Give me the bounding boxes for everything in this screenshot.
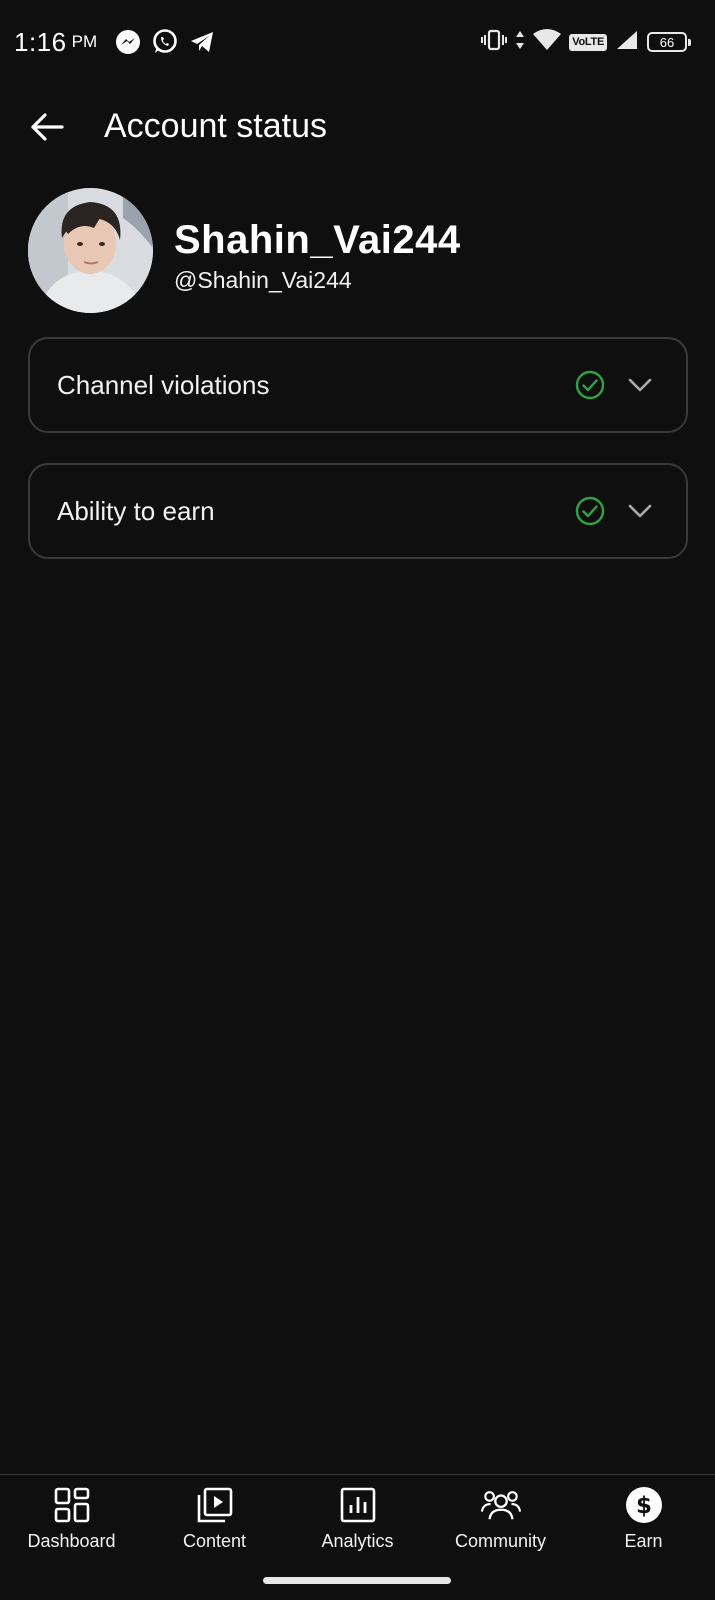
messenger-icon bbox=[114, 28, 142, 56]
status-bar: 1:16 PM VoLTE 66 bbox=[0, 0, 715, 84]
nav-item-dashboard[interactable]: Dashboard bbox=[0, 1485, 143, 1565]
page-title: Account status bbox=[104, 107, 328, 145]
nav-item-earn[interactable]: $ Earn bbox=[572, 1485, 715, 1565]
status-left: 1:16 PM bbox=[14, 24, 216, 60]
chevron-down-icon[interactable] bbox=[624, 369, 656, 401]
nav-label: Analytics bbox=[321, 1531, 394, 1551]
chevron-down-icon[interactable] bbox=[624, 495, 656, 527]
check-circle-icon bbox=[575, 370, 605, 400]
nav-label: Earn bbox=[624, 1531, 663, 1551]
battery-level: 66 bbox=[659, 34, 675, 50]
status-ampm: PM bbox=[71, 32, 98, 51]
status-time: 1:16 bbox=[14, 26, 67, 57]
whatsapp-icon bbox=[151, 28, 179, 56]
ability-to-earn-card[interactable]: Ability to earn bbox=[28, 463, 688, 559]
check-circle-icon bbox=[575, 496, 605, 526]
nav-label: Content bbox=[182, 1531, 247, 1551]
nav-label: Dashboard bbox=[27, 1531, 116, 1551]
nav-item-analytics[interactable]: Analytics bbox=[286, 1485, 429, 1565]
nav-item-community[interactable]: Community bbox=[429, 1485, 572, 1565]
svg-text:$: $ bbox=[635, 1493, 651, 1519]
channel-violations-card[interactable]: Channel violations bbox=[28, 337, 688, 433]
status-right: VoLTE 66 bbox=[481, 24, 691, 60]
card-label: Channel violations bbox=[57, 369, 270, 400]
community-icon bbox=[480, 1485, 521, 1525]
arrow-left-icon bbox=[31, 113, 64, 141]
data-arrows-icon bbox=[515, 29, 525, 56]
nav-item-content[interactable]: Content bbox=[143, 1485, 286, 1565]
home-indicator[interactable] bbox=[263, 1577, 451, 1584]
card-label: Ability to earn bbox=[57, 495, 215, 526]
volte-badge: VoLTE bbox=[569, 33, 607, 51]
channel-handle: @Shahin_Vai244 bbox=[174, 267, 352, 293]
telegram-icon bbox=[188, 28, 216, 56]
back-button[interactable] bbox=[24, 104, 70, 150]
channel-name: Shahin_Vai244 bbox=[174, 218, 461, 262]
dashboard-icon bbox=[52, 1485, 92, 1525]
nav-label: Community bbox=[454, 1531, 547, 1551]
avatar bbox=[28, 188, 153, 313]
channel-profile: Shahin_Vai244 @Shahin_Vai244 bbox=[28, 188, 688, 314]
analytics-icon bbox=[338, 1485, 378, 1525]
wifi-icon bbox=[533, 28, 562, 56]
header: Account status bbox=[0, 90, 715, 162]
content-icon bbox=[195, 1485, 235, 1525]
signal-icon bbox=[615, 29, 639, 56]
battery-icon: 66 bbox=[647, 32, 691, 52]
vibrate-icon bbox=[481, 29, 508, 56]
earn-icon: $ bbox=[624, 1485, 664, 1525]
